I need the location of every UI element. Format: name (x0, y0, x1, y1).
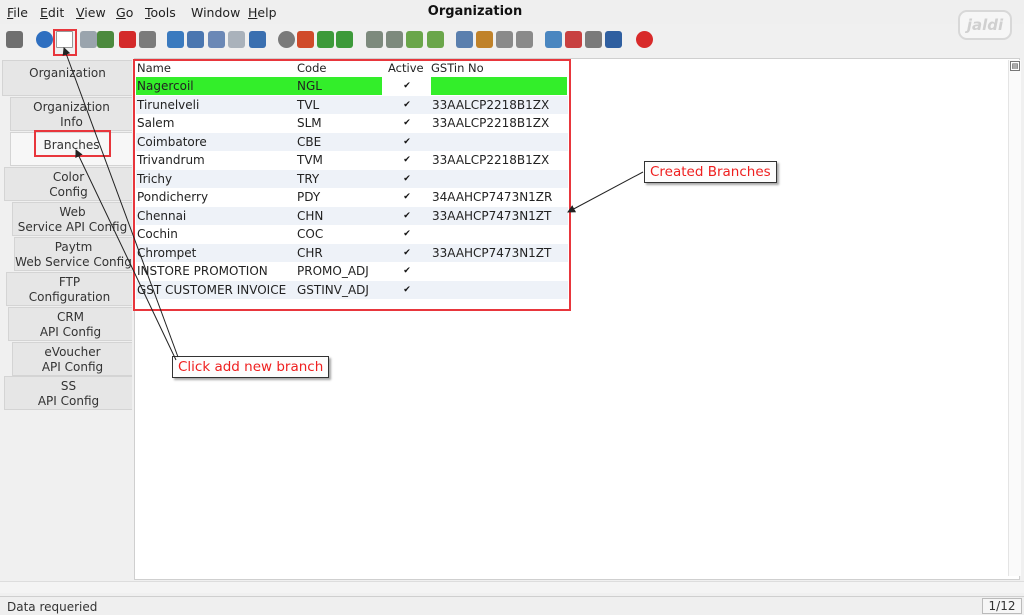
menu-bar: File Edit View Go Tools Window Help Organizati… (0, 0, 1024, 24)
menu-edit[interactable]: Edit (40, 5, 64, 20)
history-icon[interactable] (278, 31, 295, 48)
menu-help[interactable]: Help (248, 5, 277, 20)
find-icon[interactable] (187, 31, 204, 48)
delete-icon[interactable] (119, 31, 136, 48)
tab-ss-api-config[interactable]: SS API Config (4, 376, 132, 410)
new-record-highlight-box (53, 29, 77, 56)
requery-icon[interactable] (167, 31, 184, 48)
attachment-icon[interactable] (208, 31, 225, 48)
detail-record-icon[interactable] (336, 31, 353, 48)
previous-record-icon[interactable] (386, 31, 403, 48)
menu-mnemonic: H (248, 5, 258, 20)
menu-view[interactable]: View (76, 5, 106, 20)
zoom-across-icon[interactable] (545, 31, 562, 48)
help-icon[interactable] (36, 31, 53, 48)
report-icon[interactable] (456, 31, 473, 48)
tab-evoucher-api-config[interactable]: eVoucher API Config (12, 342, 132, 376)
click-add-new-branch-callout: Click add new branch (172, 356, 330, 378)
menu-label: o (125, 5, 134, 20)
branches-tab-highlight-box (34, 130, 111, 157)
save-icon[interactable] (139, 31, 156, 48)
next-record-icon[interactable] (406, 31, 423, 48)
menu-mnemonic: G (116, 5, 126, 20)
process-icon[interactable] (605, 31, 622, 48)
first-record-icon[interactable] (366, 31, 383, 48)
tab-organization-info[interactable]: Organization Info (10, 97, 132, 131)
status-bar: Data requeried 1/12 (0, 596, 1024, 615)
menu-file[interactable]: File (7, 5, 28, 20)
tab-ftp-configuration[interactable]: FTP Configuration (6, 272, 132, 306)
refresh-record-icon[interactable] (97, 31, 114, 48)
record-counter[interactable]: 1/12 (982, 598, 1022, 614)
parent-record-icon[interactable] (317, 31, 334, 48)
vertical-scrollbar[interactable]: ▤ (1008, 60, 1021, 576)
status-message: Data requeried (7, 600, 98, 614)
tab-web-service-api-config[interactable]: Web Service API Config (12, 202, 132, 236)
menu-label: dit (47, 5, 65, 20)
menu-label: Window (191, 5, 241, 20)
menu-go[interactable]: Go (116, 5, 133, 20)
menu-tools[interactable]: Tools (145, 5, 176, 20)
tab-color-config[interactable]: Color Config (4, 167, 132, 201)
workflow-icon[interactable] (565, 31, 582, 48)
jaldi-logo: jaldi (958, 10, 1012, 40)
archive-icon[interactable] (476, 31, 493, 48)
tab-paytm-web-service-config[interactable]: Paytm Web Service Config (14, 237, 132, 271)
window-title: Organization (427, 4, 523, 19)
menu-label: iew (84, 5, 106, 20)
horizontal-scrollbar[interactable] (0, 581, 1024, 593)
product-info-icon[interactable] (585, 31, 602, 48)
menu-mnemonic: E (40, 5, 48, 20)
tab-organization[interactable]: Organization (2, 60, 132, 96)
home-icon[interactable] (297, 31, 314, 48)
toolbar (0, 26, 940, 56)
tab-crm-api-config[interactable]: CRM API Config (8, 307, 132, 341)
menu-label: ools (150, 5, 176, 20)
close-window-icon[interactable] (636, 31, 653, 48)
grid-toggle-icon[interactable] (249, 31, 266, 48)
created-branches-highlight-box (133, 59, 571, 311)
expand-panel-icon[interactable]: ▤ (1010, 61, 1020, 71)
menu-label: ile (13, 5, 28, 20)
print-icon[interactable] (516, 31, 533, 48)
print-preview-icon[interactable] (496, 31, 513, 48)
chat-icon[interactable] (228, 31, 245, 48)
created-branches-callout: Created Branches (644, 161, 777, 183)
menu-window[interactable]: Window (191, 5, 240, 20)
last-record-icon[interactable] (427, 31, 444, 48)
copy-record-icon[interactable] (80, 31, 97, 48)
menu-label: elp (257, 5, 277, 20)
undo-icon[interactable] (6, 31, 23, 48)
